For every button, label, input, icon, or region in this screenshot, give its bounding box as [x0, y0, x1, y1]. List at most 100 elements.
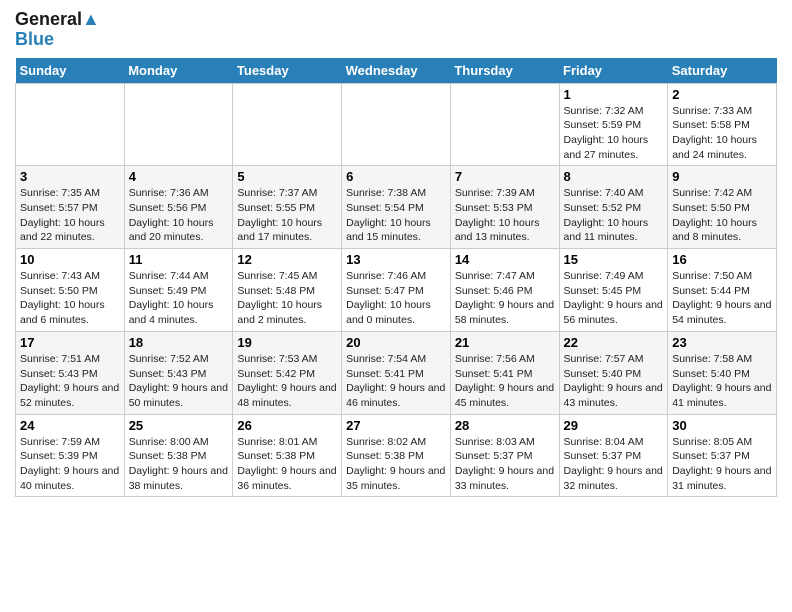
day-info: Sunrise: 7:50 AM Sunset: 5:44 PM Dayligh…: [672, 269, 772, 328]
calendar-cell: [450, 83, 559, 166]
calendar-cell: 1 Sunrise: 7:32 AM Sunset: 5:59 PM Daylig…: [559, 83, 668, 166]
calendar-cell: 11 Sunrise: 7:44 AM Sunset: 5:49 PM Dayli…: [124, 249, 233, 332]
day-header-saturday: Saturday: [668, 58, 777, 84]
day-number: 9: [672, 169, 772, 184]
day-info: Sunrise: 7:43 AM Sunset: 5:50 PM Dayligh…: [20, 269, 120, 328]
day-number: 13: [346, 252, 446, 267]
calendar-cell: 7 Sunrise: 7:39 AM Sunset: 5:53 PM Daylig…: [450, 166, 559, 249]
calendar-cell: 22Sunrise: 7:57 AM Sunset: 5:40 PM Dayli…: [559, 331, 668, 414]
calendar-cell: 28 Sunrise: 8:03 AM Sunset: 5:37 PM Dayli…: [450, 414, 559, 497]
calendar-table: SundayMondayTuesdayWednesdayThursdayFrid…: [15, 58, 777, 498]
day-number: 4: [129, 169, 229, 184]
day-number: 26: [237, 418, 337, 433]
page-header: General▲ Blue: [15, 10, 777, 50]
day-number: 12: [237, 252, 337, 267]
day-info: Sunrise: 8:02 AM Sunset: 5:38 PM Dayligh…: [346, 435, 446, 494]
day-number: 1: [564, 87, 664, 102]
calendar-cell: 23Sunrise: 7:58 AM Sunset: 5:40 PM Dayli…: [668, 331, 777, 414]
calendar-week-3: 10 Sunrise: 7:43 AM Sunset: 5:50 PM Dayli…: [16, 249, 777, 332]
day-header-friday: Friday: [559, 58, 668, 84]
day-number: 11: [129, 252, 229, 267]
day-number: 17: [20, 335, 120, 350]
calendar-cell: 2Sunrise: 7:33 AM Sunset: 5:58 PM Daylig…: [668, 83, 777, 166]
calendar-cell: 21Sunrise: 7:56 AM Sunset: 5:41 PM Dayli…: [450, 331, 559, 414]
day-number: 28: [455, 418, 555, 433]
day-number: 8: [564, 169, 664, 184]
calendar-cell: [124, 83, 233, 166]
day-header-tuesday: Tuesday: [233, 58, 342, 84]
day-info: Sunrise: 7:39 AM Sunset: 5:53 PM Dayligh…: [455, 186, 555, 245]
day-header-wednesday: Wednesday: [342, 58, 451, 84]
day-number: 7: [455, 169, 555, 184]
day-number: 20: [346, 335, 446, 350]
day-info: Sunrise: 7:35 AM Sunset: 5:57 PM Dayligh…: [20, 186, 120, 245]
day-number: 25: [129, 418, 229, 433]
day-info: Sunrise: 7:42 AM Sunset: 5:50 PM Dayligh…: [672, 186, 772, 245]
calendar-cell: 27 Sunrise: 8:02 AM Sunset: 5:38 PM Dayli…: [342, 414, 451, 497]
day-info: Sunrise: 8:03 AM Sunset: 5:37 PM Dayligh…: [455, 435, 555, 494]
calendar-cell: 19 Sunrise: 7:53 AM Sunset: 5:42 PM Dayli…: [233, 331, 342, 414]
day-info: Sunrise: 7:46 AM Sunset: 5:47 PM Dayligh…: [346, 269, 446, 328]
day-header-thursday: Thursday: [450, 58, 559, 84]
calendar-cell: 10 Sunrise: 7:43 AM Sunset: 5:50 PM Dayli…: [16, 249, 125, 332]
calendar-cell: 8 Sunrise: 7:40 AM Sunset: 5:52 PM Daylig…: [559, 166, 668, 249]
day-number: 15: [564, 252, 664, 267]
calendar-cell: 12 Sunrise: 7:45 AM Sunset: 5:48 PM Dayli…: [233, 249, 342, 332]
day-info: Sunrise: 8:00 AM Sunset: 5:38 PM Dayligh…: [129, 435, 229, 494]
day-number: 5: [237, 169, 337, 184]
calendar-cell: 14 Sunrise: 7:47 AM Sunset: 5:46 PM Dayli…: [450, 249, 559, 332]
calendar-week-5: 24Sunrise: 7:59 AM Sunset: 5:39 PM Dayli…: [16, 414, 777, 497]
day-info: Sunrise: 7:54 AM Sunset: 5:41 PM Dayligh…: [346, 352, 446, 411]
day-info: Sunrise: 7:52 AM Sunset: 5:43 PM Dayligh…: [129, 352, 229, 411]
logo: General▲ Blue: [15, 10, 100, 50]
day-info: Sunrise: 7:32 AM Sunset: 5:59 PM Dayligh…: [564, 104, 664, 163]
day-number: 30: [672, 418, 772, 433]
calendar-week-2: 3 Sunrise: 7:35 AM Sunset: 5:57 PM Daylig…: [16, 166, 777, 249]
day-info: Sunrise: 8:05 AM Sunset: 5:37 PM Dayligh…: [672, 435, 772, 494]
day-number: 16: [672, 252, 772, 267]
day-info: Sunrise: 8:01 AM Sunset: 5:38 PM Dayligh…: [237, 435, 337, 494]
day-number: 6: [346, 169, 446, 184]
calendar-cell: 4 Sunrise: 7:36 AM Sunset: 5:56 PM Daylig…: [124, 166, 233, 249]
day-number: 10: [20, 252, 120, 267]
calendar-cell: 9 Sunrise: 7:42 AM Sunset: 5:50 PM Daylig…: [668, 166, 777, 249]
calendar-cell: 3 Sunrise: 7:35 AM Sunset: 5:57 PM Daylig…: [16, 166, 125, 249]
day-number: 29: [564, 418, 664, 433]
calendar-cell: 6 Sunrise: 7:38 AM Sunset: 5:54 PM Daylig…: [342, 166, 451, 249]
day-info: Sunrise: 7:40 AM Sunset: 5:52 PM Dayligh…: [564, 186, 664, 245]
calendar-cell: 18 Sunrise: 7:52 AM Sunset: 5:43 PM Dayli…: [124, 331, 233, 414]
day-number: 3: [20, 169, 120, 184]
calendar-week-4: 17 Sunrise: 7:51 AM Sunset: 5:43 PM Dayli…: [16, 331, 777, 414]
day-header-monday: Monday: [124, 58, 233, 84]
day-info: Sunrise: 7:53 AM Sunset: 5:42 PM Dayligh…: [237, 352, 337, 411]
day-number: 19: [237, 335, 337, 350]
day-info: Sunrise: 7:33 AM Sunset: 5:58 PM Dayligh…: [672, 104, 772, 163]
calendar-cell: [16, 83, 125, 166]
day-info: Sunrise: 7:45 AM Sunset: 5:48 PM Dayligh…: [237, 269, 337, 328]
calendar-cell: 17 Sunrise: 7:51 AM Sunset: 5:43 PM Dayli…: [16, 331, 125, 414]
day-info: Sunrise: 7:38 AM Sunset: 5:54 PM Dayligh…: [346, 186, 446, 245]
header-row: SundayMondayTuesdayWednesdayThursdayFrid…: [16, 58, 777, 84]
day-info: Sunrise: 7:37 AM Sunset: 5:55 PM Dayligh…: [237, 186, 337, 245]
calendar-cell: [233, 83, 342, 166]
day-number: 14: [455, 252, 555, 267]
day-number: 18: [129, 335, 229, 350]
day-info: Sunrise: 7:51 AM Sunset: 5:43 PM Dayligh…: [20, 352, 120, 411]
calendar-cell: 29Sunrise: 8:04 AM Sunset: 5:37 PM Dayli…: [559, 414, 668, 497]
logo-svg: General▲ Blue: [15, 10, 100, 50]
calendar-week-1: 1 Sunrise: 7:32 AM Sunset: 5:59 PM Daylig…: [16, 83, 777, 166]
calendar-cell: 13 Sunrise: 7:46 AM Sunset: 5:47 PM Dayli…: [342, 249, 451, 332]
day-info: Sunrise: 7:36 AM Sunset: 5:56 PM Dayligh…: [129, 186, 229, 245]
day-number: 21: [455, 335, 555, 350]
day-info: Sunrise: 7:44 AM Sunset: 5:49 PM Dayligh…: [129, 269, 229, 328]
day-info: Sunrise: 7:59 AM Sunset: 5:39 PM Dayligh…: [20, 435, 120, 494]
calendar-cell: 20 Sunrise: 7:54 AM Sunset: 5:41 PM Dayli…: [342, 331, 451, 414]
day-number: 27: [346, 418, 446, 433]
calendar-cell: 24Sunrise: 7:59 AM Sunset: 5:39 PM Dayli…: [16, 414, 125, 497]
calendar-cell: 26 Sunrise: 8:01 AM Sunset: 5:38 PM Dayli…: [233, 414, 342, 497]
day-info: Sunrise: 7:47 AM Sunset: 5:46 PM Dayligh…: [455, 269, 555, 328]
calendar-cell: [342, 83, 451, 166]
day-header-sunday: Sunday: [16, 58, 125, 84]
calendar-cell: 15Sunrise: 7:49 AM Sunset: 5:45 PM Dayli…: [559, 249, 668, 332]
day-number: 23: [672, 335, 772, 350]
